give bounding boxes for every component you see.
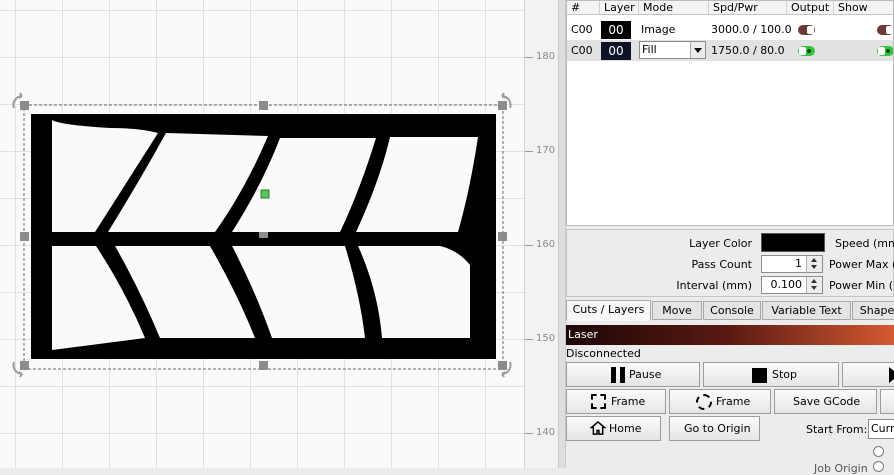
interval-value: 0.100 [770,278,803,291]
mode-select[interactable]: Fill [639,41,706,59]
power-min-label: Power Min ( [829,279,894,292]
stop-button[interactable]: Stop [703,362,839,387]
ruler-tick [525,151,533,152]
frame-rect-button[interactable]: Frame [566,389,666,414]
layer-row-selected[interactable]: C00 00 Fill 1750.0 / 80.0 [567,40,893,61]
ruler-tick [525,339,533,340]
save-gcode-label: Save GCode [793,395,861,408]
tab-move[interactable]: Move [652,301,702,320]
job-origin-radio[interactable] [873,461,884,472]
job-origin-radio[interactable] [873,446,884,457]
interval-input[interactable]: 0.100 [761,276,823,294]
go-to-origin-label: Go to Origin [684,422,751,435]
interval-label: Interval (mm) [676,279,752,292]
extra-button[interactable] [880,389,894,414]
ruler-label: 170 [536,145,556,156]
pause-icon [611,367,625,383]
output-toggle[interactable] [798,46,815,56]
ruler-tick [525,245,533,246]
layer-settings-panel: Layer Color Pass Count 1 Interval (mm) 0… [566,229,894,297]
ruler-label: 160 [536,239,556,250]
job-origin-label: Job Origin [814,462,868,475]
tab-shape[interactable]: Shape [852,301,894,320]
home-label: Home [609,422,642,435]
layer-mode[interactable]: Image [641,19,675,40]
layer-color-button[interactable] [761,233,825,252]
ruler-label: 150 [536,333,556,344]
panel-splitter[interactable] [558,0,566,468]
connection-status: Disconnected [566,347,641,360]
tab-cuts-layers[interactable]: Cuts / Layers [566,300,651,321]
header-mode[interactable]: Mode [639,1,709,15]
home-icon [590,421,606,435]
header-num[interactable]: # [567,1,600,15]
output-toggle[interactable] [798,25,815,35]
frame-rect-icon [591,394,606,409]
go-to-origin-button[interactable]: Go to Origin [669,416,760,441]
layer-color-swatch[interactable]: 00 [601,42,631,60]
design-drawing[interactable] [0,0,558,468]
ruler-tick [525,433,533,434]
save-gcode-button[interactable]: Save GCode [774,389,877,414]
stop-icon [752,368,767,383]
power-max-label: Power Max ( [829,258,894,271]
panel-tabs: Cuts / Layers Move Console Variable Text… [566,300,894,321]
vertical-ruler: 180 170 160 150 140 [524,0,558,468]
show-toggle[interactable] [877,46,893,56]
design-canvas[interactable]: 180 170 160 150 140 [0,0,558,468]
tab-variable-text[interactable]: Variable Text [762,301,851,320]
layer-spd-pwr[interactable]: 3000.0 / 100.0 [711,19,792,40]
show-toggle[interactable] [877,25,893,35]
layer-color-label: Layer Color [689,237,752,250]
header-layer[interactable]: Layer [600,1,639,15]
laser-panel-title: Laser [566,325,894,345]
header-spd-pwr[interactable]: Spd/Pwr [709,1,787,15]
spin-buttons[interactable] [806,256,822,272]
center-marker [260,189,270,199]
stop-label: Stop [772,368,798,381]
layer-num: C00 [571,23,593,36]
pause-label: Pause [629,368,662,381]
speed-label: Speed (mm/ [835,237,894,250]
pause-button[interactable]: Pause [566,362,700,387]
spin-buttons[interactable] [806,277,822,293]
layers-table[interactable]: # Layer Mode Spd/Pwr Output Show C00 00 … [566,0,894,226]
ruler-label: 140 [536,427,556,438]
layer-row[interactable]: C00 00 Image 3000.0 / 100.0 [567,19,893,40]
tab-console[interactable]: Console [703,301,761,320]
header-show[interactable]: Show [834,1,893,15]
play-icon [889,367,894,383]
pass-count-input[interactable]: 1 [761,255,823,273]
frame-label: Frame [716,395,751,408]
frame-label: Frame [611,395,646,408]
header-output[interactable]: Output [787,1,834,15]
layer-num: C00 [571,44,593,57]
frame-circle-button[interactable]: Frame [669,389,771,414]
start-button[interactable] [842,362,894,387]
pass-count-label: Pass Count [691,258,752,271]
chevron-down-icon[interactable] [690,42,705,58]
ruler-tick [525,57,533,58]
layer-spd-pwr[interactable]: 1750.0 / 80.0 [711,40,785,61]
layer-color-swatch[interactable]: 00 [601,21,631,39]
mode-select-value: Fill [642,43,657,56]
frame-circle-icon [696,394,712,410]
ruler-label: 180 [536,51,556,62]
right-panel: # Layer Mode Spd/Pwr Output Show C00 00 … [566,0,894,475]
start-from-label: Start From: [806,423,868,436]
pass-count-value: 1 [795,257,802,270]
home-button[interactable]: Home [566,416,661,441]
start-from-select[interactable]: Curr [868,419,894,439]
